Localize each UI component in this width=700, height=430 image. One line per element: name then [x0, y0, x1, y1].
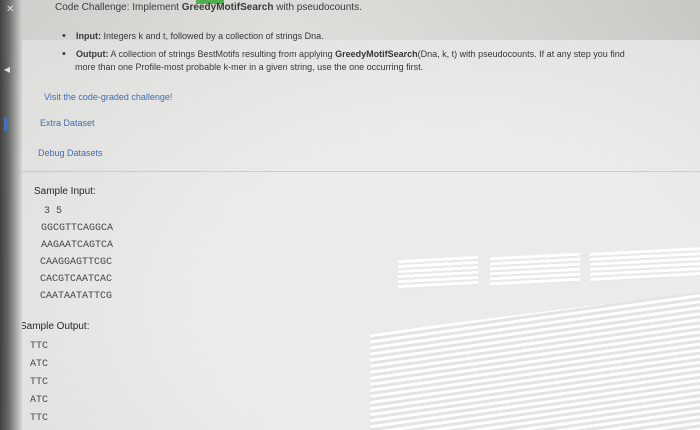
sample-input-heading: Sample Input:	[34, 186, 96, 197]
output-bullet: • Output: A collection of strings BestMo…	[62, 48, 625, 60]
active-marker	[4, 117, 8, 131]
debug-datasets-link[interactable]: Debug Datasets	[38, 148, 103, 158]
code-graded-challenge-link[interactable]: Visit the code-graded challenge!	[44, 92, 172, 102]
divider	[22, 171, 700, 172]
sample-input-line: GGCGTTCAGGCA	[41, 223, 114, 234]
sample-input-block: 3 5 GGCGTTCAGGCA AAGAATCAGTCA CAAGGAGTTC…	[40, 203, 113, 305]
bullet-icon: •	[62, 30, 66, 42]
sample-output-line: ATC	[30, 359, 49, 370]
input-bullet: • Input: Integers k and t, followed by a…	[62, 30, 324, 42]
sample-input-line: CACGTCAATCAC	[40, 274, 113, 285]
sample-output-line: TTC	[30, 377, 49, 388]
side-arrow-icon: ◂	[4, 62, 11, 76]
page: Code Challenge: Implement GreedyMotifSea…	[0, 0, 700, 430]
extra-dataset-link[interactable]: Extra Dataset	[40, 118, 95, 128]
sample-input-line: CAAGGAGTTCGC	[40, 257, 113, 268]
bullet-icon: •	[62, 48, 66, 60]
sample-input-line: AAGAATCAGTCA	[41, 240, 114, 251]
output-bullet-continuation: more than one Profile-most probable k-me…	[75, 62, 424, 72]
close-icon: ✕	[6, 4, 15, 15]
sample-output-line: ATC	[30, 395, 49, 406]
light-glare	[370, 292, 700, 430]
left-edge: ✕ ◂	[0, 0, 22, 430]
light-glare	[590, 247, 700, 283]
light-glare	[398, 255, 478, 291]
sample-output-line: TTC	[30, 413, 49, 424]
light-glare	[490, 252, 580, 288]
sample-output-heading: Sample Output:	[20, 321, 90, 332]
sample-output-block: TTC ATC TTC ATC TTC	[30, 338, 48, 428]
sample-output-line: TTC	[30, 341, 49, 352]
challenge-title: Code Challenge: Implement GreedyMotifSea…	[55, 2, 362, 13]
sample-input-line: CAATAATATTCG	[40, 291, 113, 302]
sample-input-line: 3 5	[44, 206, 63, 217]
